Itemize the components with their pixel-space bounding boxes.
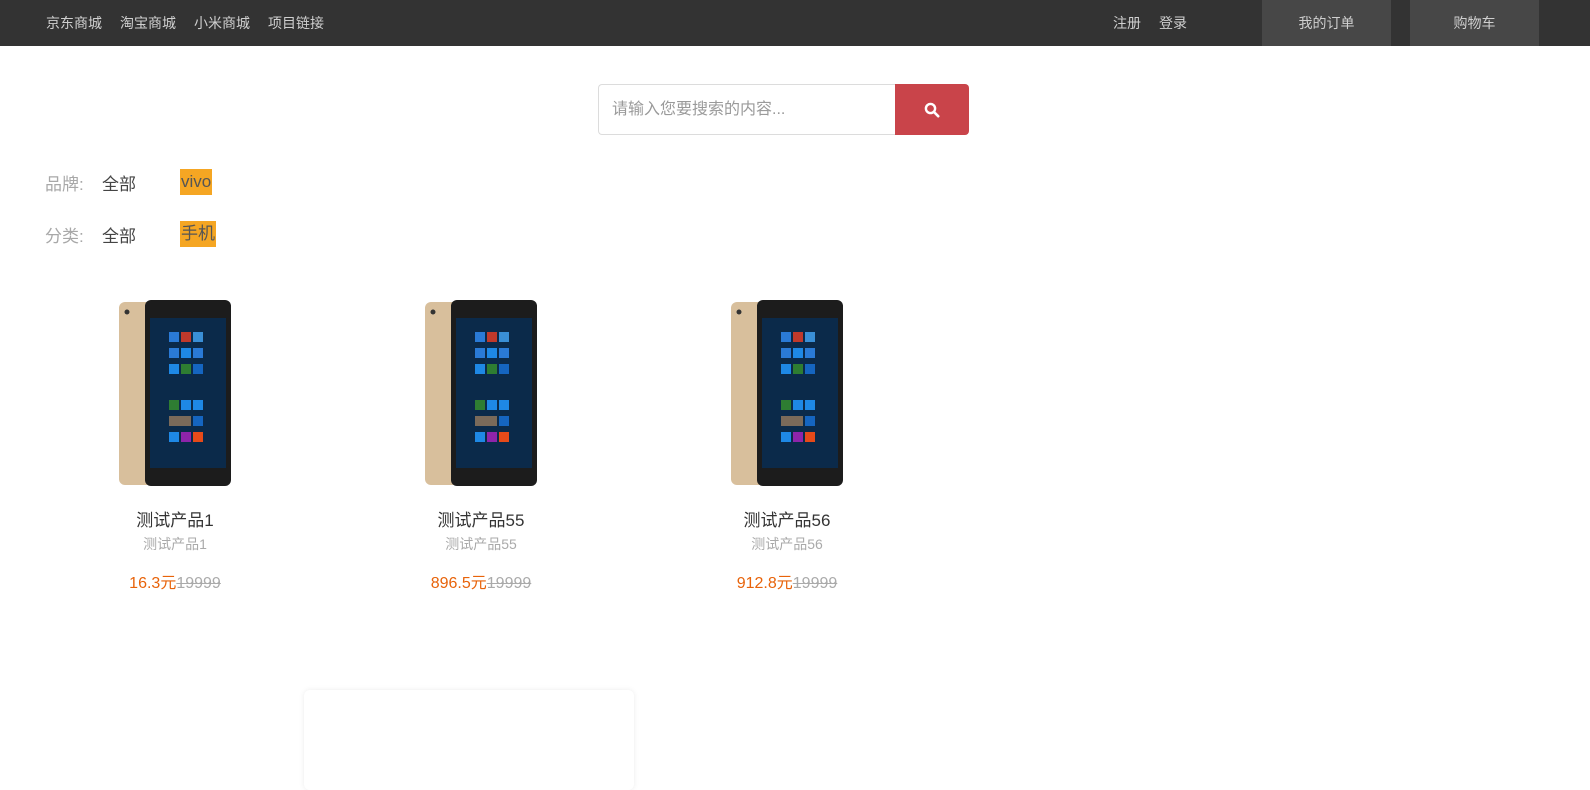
product-name[interactable]: 测试产品1 bbox=[75, 506, 275, 531]
search-input[interactable] bbox=[598, 84, 895, 135]
product-name[interactable]: 测试产品55 bbox=[381, 506, 581, 531]
category-selected-option[interactable]: 手机 bbox=[180, 221, 216, 247]
category-label: 分类: bbox=[45, 226, 84, 246]
product-description: 测试产品55 bbox=[445, 536, 517, 552]
brand-label: 品牌: bbox=[45, 174, 84, 194]
original-price: 19999 bbox=[176, 575, 221, 592]
product-image[interactable] bbox=[425, 300, 537, 486]
original-price: 19999 bbox=[486, 575, 532, 592]
login-link[interactable]: 登录 bbox=[1159, 13, 1187, 33]
nav-link-xiaomi[interactable]: 小米商城 bbox=[194, 13, 250, 33]
brand-selected-option[interactable]: vivo bbox=[180, 169, 213, 195]
original-price: 19999 bbox=[792, 575, 838, 592]
nav-link-taobao[interactable]: 淘宝商城 bbox=[120, 13, 176, 33]
product-card[interactable]: 测试产品1 测试产品1 16.3元19999 bbox=[75, 300, 275, 593]
product-price: 896.5元19999 bbox=[381, 569, 581, 593]
cart-button[interactable]: 购物车 bbox=[1410, 0, 1539, 46]
nav-link-project[interactable]: 项目链接 bbox=[268, 13, 324, 33]
top-nav-bar: 京东商城 淘宝商城 小米商城 项目链接 注册 登录 我的订单 购物车 bbox=[0, 0, 1590, 46]
product-image[interactable] bbox=[731, 300, 843, 486]
search-icon bbox=[924, 102, 940, 117]
product-price: 16.3元19999 bbox=[75, 569, 275, 593]
product-card[interactable]: 测试产品55 测试产品55 896.5元19999 bbox=[381, 300, 581, 593]
brand-all-option[interactable]: 全部 bbox=[102, 170, 180, 195]
register-link[interactable]: 注册 bbox=[1113, 13, 1141, 33]
my-orders-button[interactable]: 我的订单 bbox=[1262, 0, 1391, 46]
tablet-image bbox=[119, 300, 231, 486]
current-price: 896.5元 bbox=[430, 575, 487, 592]
tablet-image bbox=[731, 300, 843, 486]
product-description: 测试产品1 bbox=[143, 536, 207, 552]
brand-filter: 品牌: 全部 vivo bbox=[45, 169, 213, 195]
blank-panel bbox=[304, 690, 634, 790]
search-button[interactable] bbox=[895, 84, 969, 135]
current-price: 16.3元 bbox=[129, 575, 177, 592]
current-price: 912.8元 bbox=[736, 575, 793, 592]
auth-links: 注册 登录 bbox=[1113, 0, 1187, 46]
product-description: 测试产品56 bbox=[751, 536, 823, 552]
nav-link-jd[interactable]: 京东商城 bbox=[46, 13, 102, 33]
tablet-image bbox=[425, 300, 537, 486]
product-image[interactable] bbox=[119, 300, 231, 486]
product-price: 912.8元19999 bbox=[687, 569, 887, 593]
category-filter: 分类: 全部 手机 bbox=[45, 221, 216, 247]
site-links: 京东商城 淘宝商城 小米商城 项目链接 bbox=[46, 0, 324, 46]
search-bar bbox=[598, 84, 969, 135]
product-card[interactable]: 测试产品56 测试产品56 912.8元19999 bbox=[687, 300, 887, 593]
category-all-option[interactable]: 全部 bbox=[102, 222, 180, 247]
product-name[interactable]: 测试产品56 bbox=[687, 506, 887, 531]
